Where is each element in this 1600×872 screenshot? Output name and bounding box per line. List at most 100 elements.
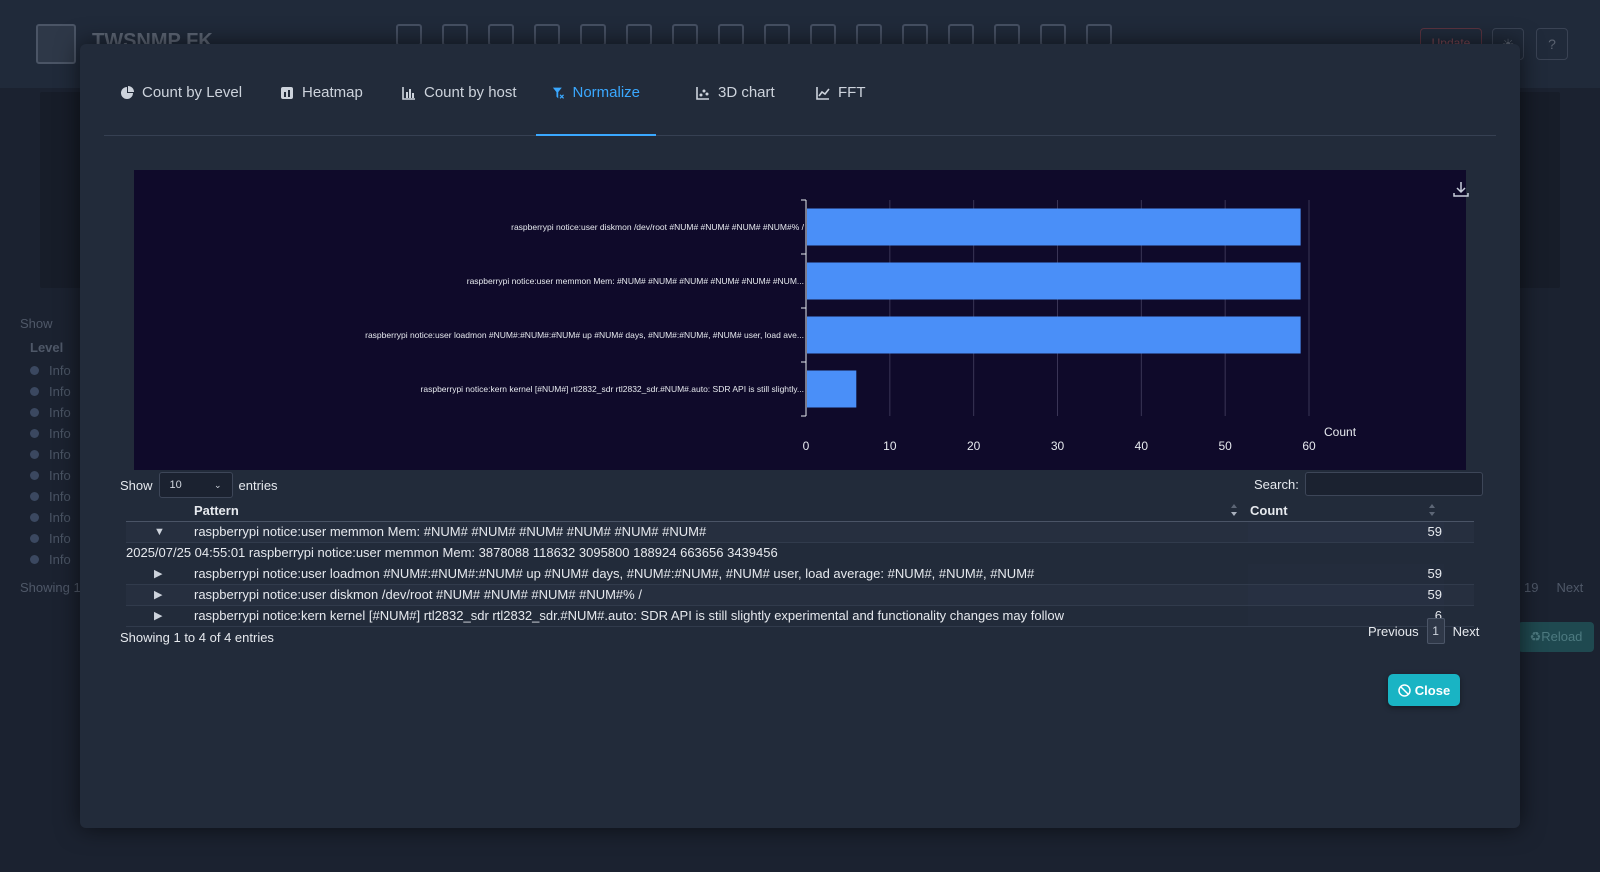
arrows-icon	[810, 24, 836, 46]
clock-icon	[856, 24, 882, 46]
show-label: Show	[120, 477, 153, 493]
background-rows: Info Info Info Info Info Info Info Info …	[30, 360, 71, 570]
x-axis-label: Count	[1324, 425, 1357, 439]
expand-toggle[interactable]: ▶	[154, 564, 162, 584]
gear-icon	[1086, 24, 1112, 46]
heatmap-icon	[281, 87, 293, 99]
pagination: Previous 1 Next	[1368, 618, 1479, 644]
normalize-chart: 0 10 20 30 40 50 60 raspberrypi notice:user dis…	[134, 170, 1469, 470]
palette-icon	[994, 24, 1020, 46]
category-label: raspberrypi notice:user loadmon #NUM#:#N…	[365, 330, 804, 340]
chart-tabs: Count by Level Heatmap Count by host Nor…	[104, 44, 1496, 136]
page-size-control: Show 10 ⌄ entries	[120, 472, 278, 498]
background-row: Info	[30, 465, 71, 486]
tab-count-by-host[interactable]: Count by host	[386, 84, 533, 136]
x-tick-label: 0	[803, 439, 810, 453]
background-row: Info	[30, 507, 71, 528]
table-row[interactable]: ▶ raspberrypi notice:user diskmon /dev/r…	[126, 585, 1474, 606]
tab-label: Heatmap	[302, 84, 363, 101]
line-chart-icon	[816, 87, 830, 100]
x-tick-label: 10	[883, 439, 897, 453]
category-label: raspberrypi notice:kern kernel [#NUM#] r…	[421, 384, 804, 394]
log-icon	[580, 24, 606, 46]
checklist-icon	[534, 24, 560, 46]
tab-3d-chart[interactable]: 3D chart	[680, 84, 791, 136]
tab-fft[interactable]: FFT	[800, 84, 882, 136]
entries-label: entries	[238, 477, 278, 493]
close-button[interactable]: Close	[1388, 674, 1460, 706]
x-tick-label: 50	[1218, 439, 1232, 453]
previous-button[interactable]: Previous	[1368, 624, 1419, 639]
table-header: Pattern Count	[126, 500, 1474, 522]
row-pattern: raspberrypi notice:user loadmon #NUM#:#N…	[194, 566, 1035, 581]
nodes-icon	[488, 24, 514, 46]
reload-button: ♻Reload	[1518, 622, 1594, 652]
header-pattern[interactable]: Pattern	[194, 503, 239, 518]
pattern-table: Pattern Count ▼ raspberrypi notice:user …	[126, 500, 1474, 627]
table-row[interactable]: ▼ raspberrypi notice:user memmon Mem: #N…	[126, 522, 1474, 543]
background-row: Info	[30, 486, 71, 507]
row-pattern: raspberrypi notice:kern kernel [#NUM#] r…	[194, 608, 1064, 623]
tab-normalize[interactable]: Normalize	[536, 84, 656, 136]
background-row: Info	[30, 402, 71, 423]
app-logo	[36, 24, 76, 64]
search-control: Search:	[1254, 472, 1483, 496]
page-1-button[interactable]: 1	[1426, 618, 1445, 644]
search-label: Search:	[1254, 476, 1299, 492]
normalize-modal: Count by Level Heatmap Count by host Nor…	[80, 44, 1520, 828]
next-button[interactable]: Next	[1453, 624, 1480, 639]
x-tick-label: 30	[1051, 439, 1065, 453]
x-tick-label: 60	[1302, 439, 1316, 453]
row-pattern: raspberrypi notice:user diskmon /dev/roo…	[194, 587, 642, 602]
row-detail: 2025/07/25 04:55:01 raspberrypi notice:u…	[126, 543, 1474, 564]
search-input[interactable]	[1304, 472, 1483, 496]
background-row: Info	[30, 423, 71, 444]
row-count: 59	[1427, 587, 1442, 602]
table-row[interactable]: ▶ raspberrypi notice:user loadmon #NUM#:…	[126, 564, 1474, 585]
background-row: Info	[30, 360, 71, 381]
bar	[807, 208, 1301, 246]
report-icon	[626, 24, 652, 46]
bar	[807, 316, 1301, 354]
help-button: ?	[1536, 28, 1568, 60]
background-page: 19	[1524, 580, 1539, 595]
background-row: Info	[30, 444, 71, 465]
count-cell: 59	[1248, 522, 1444, 542]
ban-icon	[1398, 683, 1411, 697]
expand-toggle[interactable]: ▶	[154, 585, 162, 605]
tab-label: 3D chart	[718, 84, 775, 101]
pie-chart-icon	[121, 86, 134, 99]
monitor-icon	[442, 24, 468, 46]
sort-icon[interactable]	[1230, 502, 1238, 518]
background-show-label: Show	[20, 316, 53, 331]
row-pattern: raspberrypi notice:user memmon Mem: #NUM…	[194, 524, 707, 539]
category-label: raspberrypi notice:user diskmon /dev/roo…	[511, 222, 805, 232]
showing-info: Showing 1 to 4 of 4 entries	[120, 630, 274, 645]
table-row[interactable]: ▶ raspberrypi notice:kern kernel [#NUM#]…	[126, 606, 1474, 627]
tab-count-by-level[interactable]: Count by Level	[104, 84, 258, 136]
header-count[interactable]: Count	[1250, 503, 1288, 518]
background-level-header: Level	[30, 340, 64, 355]
expand-toggle[interactable]: ▶	[154, 606, 162, 626]
trend-icon	[1040, 24, 1066, 46]
tab-label: Count by Level	[142, 84, 243, 101]
tab-label: Normalize	[572, 84, 640, 101]
collapse-toggle[interactable]: ▼	[154, 522, 165, 542]
download-icon[interactable]	[1452, 180, 1470, 198]
x-tick-label: 40	[1135, 439, 1149, 453]
row-count: 59	[1427, 566, 1442, 581]
bar	[807, 370, 857, 408]
toolbar-icons	[396, 24, 1112, 46]
category-label: raspberrypi notice:user memmon Mem: #NUM…	[467, 276, 804, 286]
reload-label: Reload	[1541, 629, 1583, 644]
page-size-value: 10	[169, 479, 182, 491]
page-size-select[interactable]: 10 ⌄	[158, 472, 233, 498]
background-showing: Showing 1	[20, 580, 81, 595]
network-icon	[396, 24, 422, 46]
telescope-icon	[948, 24, 974, 46]
sort-icon[interactable]	[1428, 502, 1436, 518]
background-row: Info	[30, 381, 71, 402]
x-tick-label: 20	[967, 439, 981, 453]
tab-heatmap[interactable]: Heatmap	[264, 84, 379, 136]
filter-icon	[552, 87, 565, 99]
